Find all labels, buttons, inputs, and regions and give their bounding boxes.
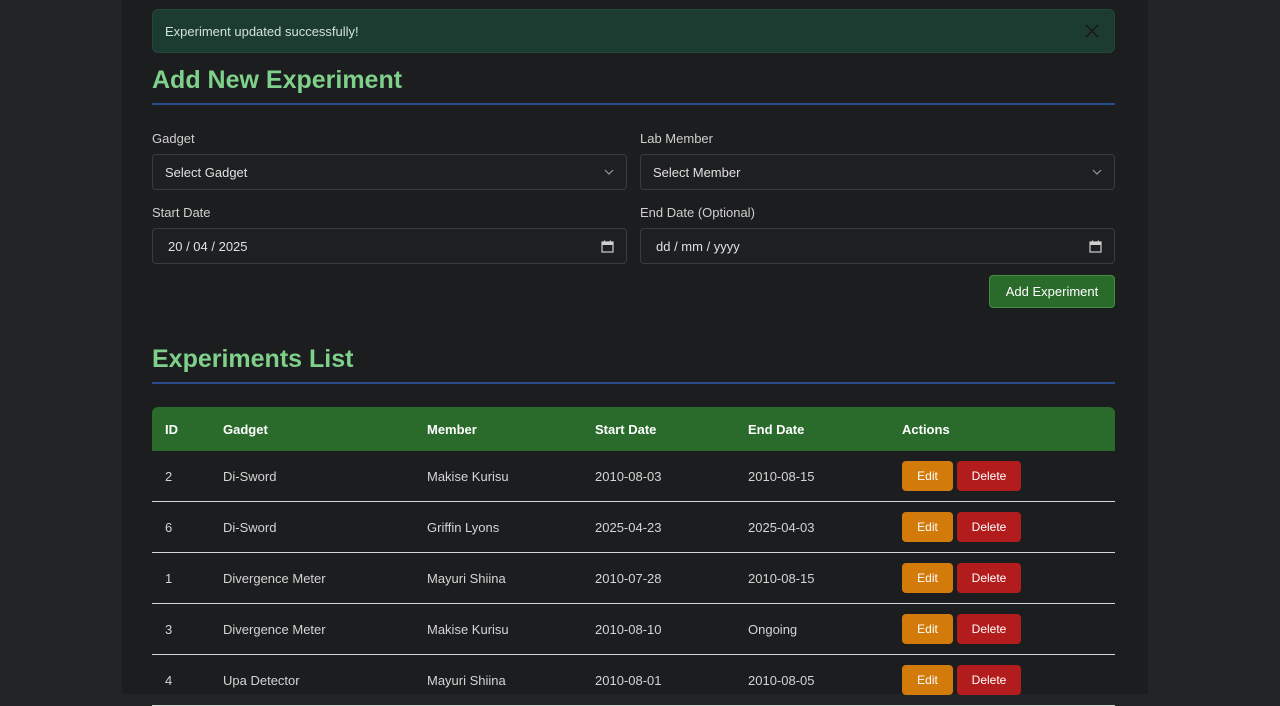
cell-start-date: 2010-07-28 [582,552,735,604]
cell-id: 2 [152,451,210,502]
success-alert: Experiment updated successfully! [152,9,1115,53]
cell-actions: Edit Delete [889,501,1115,553]
member-label: Lab Member [640,131,713,146]
cell-gadget: Divergence Meter [210,552,414,604]
end-date-label: End Date (Optional) [640,205,755,220]
table-row: 6 Di-Sword Griffin Lyons 2025-04-23 2025… [152,501,1115,553]
page: Experiment updated successfully! Add New… [122,0,1148,706]
delete-button[interactable]: Delete [957,461,1021,491]
column-header-start-date: Start Date [595,421,657,437]
cell-gadget: Di-Sword [210,501,414,553]
delete-button[interactable]: Delete [957,665,1021,695]
cell-member: Mayuri Shiina [414,654,582,706]
gadget-select-value: Select Gadget [165,164,248,180]
cell-start-date: 2010-08-10 [582,603,735,655]
edit-button[interactable]: Edit [902,614,953,644]
cell-member: Mayuri Shiina [414,552,582,604]
main-content: Experiment updated successfully! Add New… [152,9,1115,706]
cell-id: 4 [152,654,210,706]
delete-button[interactable]: Delete [957,512,1021,542]
cell-end-date: 2010-08-15 [735,552,889,604]
cell-actions: Edit Delete [889,603,1115,655]
cell-start-date: 2010-08-03 [582,451,735,502]
table-row: 3 Divergence Meter Makise Kurisu 2010-08… [152,603,1115,655]
cell-gadget: Upa Detector [210,654,414,706]
cell-gadget: Divergence Meter [210,603,414,655]
cell-actions: Edit Delete [889,654,1115,706]
cell-member: Griffin Lyons [414,501,582,553]
gadget-select[interactable]: Select Gadget [152,154,627,190]
table-row: 1 Divergence Meter Mayuri Shiina 2010-07… [152,552,1115,604]
cell-end-date: 2010-08-15 [735,451,889,502]
cell-actions: Edit Delete [889,552,1115,604]
calendar-icon[interactable] [1089,240,1102,253]
table-row: 2 Di-Sword Makise Kurisu 2010-08-03 2010… [152,451,1115,502]
column-header-actions: Actions [902,421,950,437]
cell-end-date: 2010-08-05 [735,654,889,706]
experiments-list-title: Experiments List [152,345,1115,384]
cell-end-date: 2025-04-03 [735,501,889,553]
cell-id: 3 [152,603,210,655]
edit-button[interactable]: Edit [902,665,953,695]
cell-member: Makise Kurisu [414,451,582,502]
end-date-input[interactable]: dd / mm / yyyy [640,228,1115,264]
cell-id: 6 [152,501,210,553]
close-icon[interactable] [1082,21,1102,41]
calendar-icon[interactable] [601,240,614,253]
table-header-row: ID Gadget Member Start Date End Date Act… [152,407,1115,451]
end-date-value: dd / mm / yyyy [656,238,740,254]
alert-message: Experiment updated successfully! [165,23,359,39]
edit-button[interactable]: Edit [902,563,953,593]
cell-gadget: Di-Sword [210,451,414,502]
start-date-value: 20 / 04 / 2025 [168,238,248,254]
edit-button[interactable]: Edit [902,461,953,491]
add-experiment-title: Add New Experiment [152,66,1115,105]
column-header-end-date: End Date [748,421,805,437]
cell-actions: Edit Delete [889,451,1115,502]
member-select-value: Select Member [653,164,741,180]
chevron-down-icon [1092,169,1102,175]
table-row: 4 Upa Detector Mayuri Shiina 2010-08-01 … [152,654,1115,706]
delete-button[interactable]: Delete [957,563,1021,593]
edit-button[interactable]: Edit [902,512,953,542]
start-date-label: Start Date [152,205,211,220]
cell-end-date: Ongoing [735,603,889,655]
cell-start-date: 2010-08-01 [582,654,735,706]
add-experiment-button[interactable]: Add Experiment [989,275,1115,308]
cell-member: Makise Kurisu [414,603,582,655]
column-header-id: ID [165,421,178,437]
cell-start-date: 2025-04-23 [582,501,735,553]
start-date-input[interactable]: 20 / 04 / 2025 [152,228,627,264]
chevron-down-icon [604,169,614,175]
member-select[interactable]: Select Member [640,154,1115,190]
column-header-member: Member [427,421,477,437]
delete-button[interactable]: Delete [957,614,1021,644]
column-header-gadget: Gadget [223,421,268,437]
cell-id: 1 [152,552,210,604]
gadget-label: Gadget [152,131,195,146]
experiments-table: ID Gadget Member Start Date End Date Act… [152,407,1115,706]
